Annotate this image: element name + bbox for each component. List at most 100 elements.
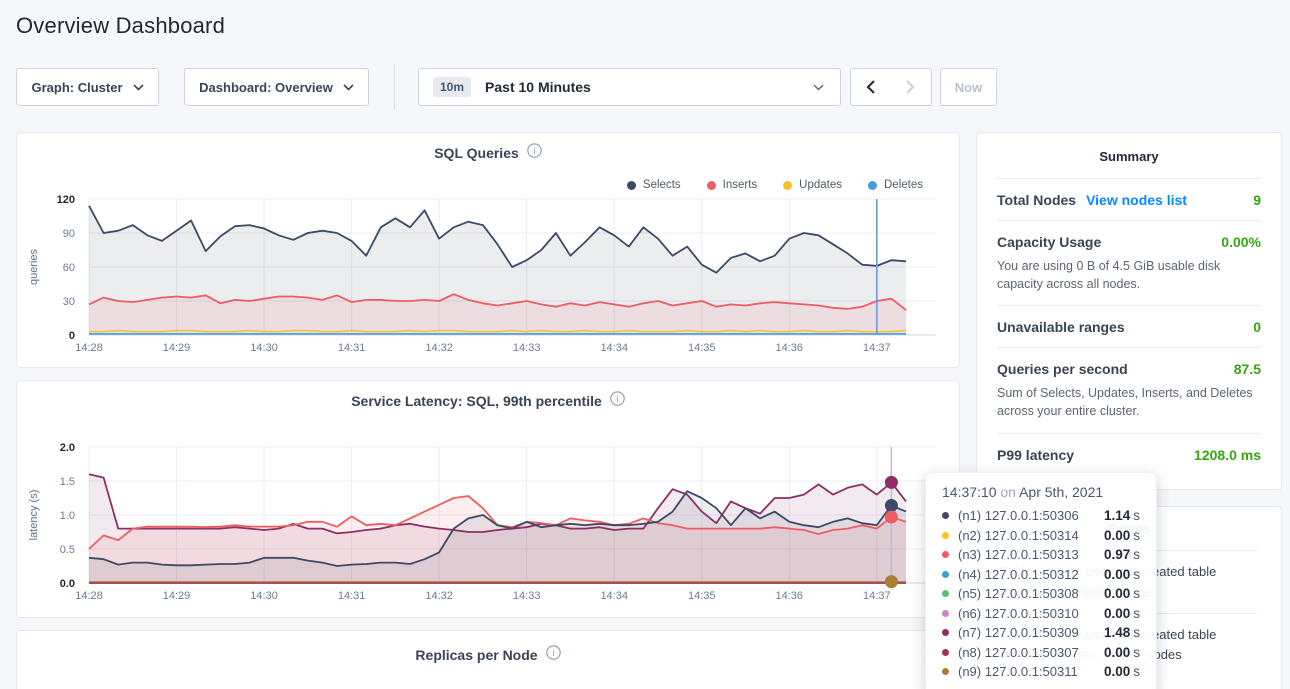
svg-text:14:32: 14:32 — [425, 342, 453, 354]
tooltip-row: (n3) 127.0.0.1:503130.97s — [942, 545, 1140, 565]
dashboard-dropdown-label: Dashboard: Overview — [199, 80, 333, 95]
service-latency-card: Service Latency: SQL, 99th percentilei 0… — [16, 380, 960, 618]
tooltip-row: (n1) 127.0.0.1:503061.14s — [942, 506, 1140, 526]
tooltip-row: (n5) 127.0.0.1:503080.00s — [942, 584, 1140, 604]
node-color-dot-icon — [942, 629, 949, 636]
overview-dashboard-page: Overview Dashboard Graph: Cluster Dashbo… — [0, 0, 1290, 689]
node-color-dot-icon — [942, 610, 949, 617]
tooltip-header: 14:37:10 on Apr 5th, 2021 — [942, 484, 1140, 500]
node-color-dot-icon — [942, 590, 949, 597]
tooltip-row: (n6) 127.0.0.1:503100.00s — [942, 604, 1140, 624]
summary-row-p99-latency: P99 latency 1208.0 ms — [997, 433, 1261, 475]
chart-area-fills — [89, 206, 906, 335]
time-range-badge: 10m — [433, 77, 471, 97]
time-range-label: Past 10 Minutes — [485, 79, 591, 95]
hover-point-dot — [885, 476, 898, 489]
graph-dropdown[interactable]: Graph: Cluster — [16, 68, 159, 106]
stat-description: Sum of Selects, Updates, Inserts, and De… — [997, 384, 1261, 420]
chevron-down-icon — [813, 84, 824, 91]
latency-chart-svg[interactable]: 0.00.51.01.52.014:2814:2914:3014:3114:32… — [17, 381, 961, 619]
svg-text:14:35: 14:35 — [688, 590, 716, 602]
svg-text:1.5: 1.5 — [60, 476, 75, 488]
view-nodes-link[interactable]: View nodes list — [1086, 192, 1187, 208]
latency-tooltip: 14:37:10 on Apr 5th, 2021 (n1) 127.0.0.1… — [925, 472, 1157, 689]
summary-row-capacity-usage: Capacity Usage 0.00% You are using 0 B o… — [997, 220, 1261, 305]
chevron-down-icon — [133, 84, 144, 91]
svg-text:14:33: 14:33 — [513, 342, 541, 354]
node-color-dot-icon — [942, 649, 949, 656]
sql-chart-svg[interactable]: 0 30 60 90 120 14:28 14:29 14:30 14:31 14:32 14:33… — [17, 133, 961, 369]
svg-text:14:30: 14:30 — [250, 342, 278, 354]
svg-text:14:37: 14:37 — [863, 590, 891, 602]
svg-text:0: 0 — [69, 330, 75, 342]
stat-label: Queries per second — [997, 361, 1128, 377]
node-color-dot-icon — [942, 551, 949, 558]
summary-title: Summary — [997, 149, 1261, 164]
svg-text:14:31: 14:31 — [338, 590, 366, 602]
svg-text:120: 120 — [57, 194, 75, 206]
svg-text:i: i — [552, 648, 554, 658]
node-color-dot-icon — [942, 532, 949, 539]
stat-value: 9 — [1253, 192, 1261, 208]
chevron-left-icon — [866, 80, 875, 94]
hover-point-dot — [885, 511, 898, 524]
node-color-dot-icon — [942, 668, 949, 675]
svg-text:14:29: 14:29 — [163, 342, 191, 354]
chart-title: Replicas per Node — [415, 647, 537, 663]
tooltip-row: (n4) 127.0.0.1:503120.00s — [942, 565, 1140, 585]
stat-description: You are using 0 B of 4.5 GiB usable disk… — [997, 257, 1261, 293]
page-title: Overview Dashboard — [16, 13, 225, 39]
svg-text:14:33: 14:33 — [513, 590, 541, 602]
svg-text:14:34: 14:34 — [600, 342, 628, 354]
stat-value: 0.00% — [1221, 234, 1261, 250]
svg-text:latency (s): latency (s) — [28, 490, 40, 541]
summary-row-queries-per-second: Queries per second 87.5 Sum of Selects, … — [997, 347, 1261, 432]
stat-value: 1208.0 ms — [1194, 447, 1261, 463]
svg-text:14:35: 14:35 — [688, 342, 716, 354]
replicas-per-node-card: Replicas per Node i — [16, 630, 960, 689]
stat-label: Unavailable ranges — [997, 319, 1125, 335]
svg-text:queries: queries — [28, 248, 40, 285]
dashboard-controls: Graph: Cluster Dashboard: Overview 10m P… — [0, 68, 1290, 106]
stat-label: P99 latency — [997, 447, 1074, 463]
svg-text:14:36: 14:36 — [776, 590, 804, 602]
svg-text:14:32: 14:32 — [425, 590, 453, 602]
time-next-button[interactable] — [890, 68, 932, 106]
chevron-down-icon — [343, 84, 354, 91]
tooltip-row: (n9) 127.0.0.1:503110.00s — [942, 662, 1140, 682]
svg-text:14:28: 14:28 — [75, 342, 103, 354]
controls-divider — [394, 64, 395, 110]
svg-text:30: 30 — [63, 296, 75, 308]
svg-text:14:34: 14:34 — [600, 590, 628, 602]
hover-point-dot — [885, 575, 898, 588]
dashboard-dropdown[interactable]: Dashboard: Overview — [184, 68, 369, 106]
svg-text:14:36: 14:36 — [776, 342, 804, 354]
svg-text:0.5: 0.5 — [60, 544, 75, 556]
summary-panel: Summary Total Nodes View nodes list 9 Ca… — [976, 132, 1282, 490]
hover-point-dot — [885, 499, 898, 512]
stat-label: Capacity Usage — [997, 234, 1101, 250]
stat-label: Total Nodes — [997, 192, 1076, 208]
tooltip-row: (n2) 127.0.0.1:503140.00s — [942, 526, 1140, 546]
now-button[interactable]: Now — [940, 68, 997, 106]
svg-text:14:30: 14:30 — [250, 590, 278, 602]
svg-text:60: 60 — [63, 262, 75, 274]
svg-text:0.0: 0.0 — [60, 578, 75, 590]
info-icon[interactable]: i — [546, 645, 561, 665]
svg-text:1.0: 1.0 — [60, 510, 75, 522]
svg-text:2.0: 2.0 — [60, 442, 75, 454]
node-color-dot-icon — [942, 512, 949, 519]
sql-queries-card: SQL Queriesi SelectsInsertsUpdatesDelete… — [16, 132, 960, 368]
svg-text:14:29: 14:29 — [163, 590, 191, 602]
time-prev-button[interactable] — [850, 68, 891, 106]
chevron-right-icon — [906, 80, 915, 94]
svg-text:14:31: 14:31 — [338, 342, 366, 354]
stat-value: 0 — [1253, 319, 1261, 335]
tooltip-row: (n8) 127.0.0.1:503070.00s — [942, 643, 1140, 663]
stat-value: 87.5 — [1234, 361, 1261, 377]
svg-text:90: 90 — [63, 228, 75, 240]
summary-row-unavailable-ranges: Unavailable ranges 0 — [997, 305, 1261, 347]
tooltip-row: (n7) 127.0.0.1:503091.48s — [942, 623, 1140, 643]
time-range-picker[interactable]: 10m Past 10 Minutes — [418, 68, 841, 106]
node-color-dot-icon — [942, 571, 949, 578]
